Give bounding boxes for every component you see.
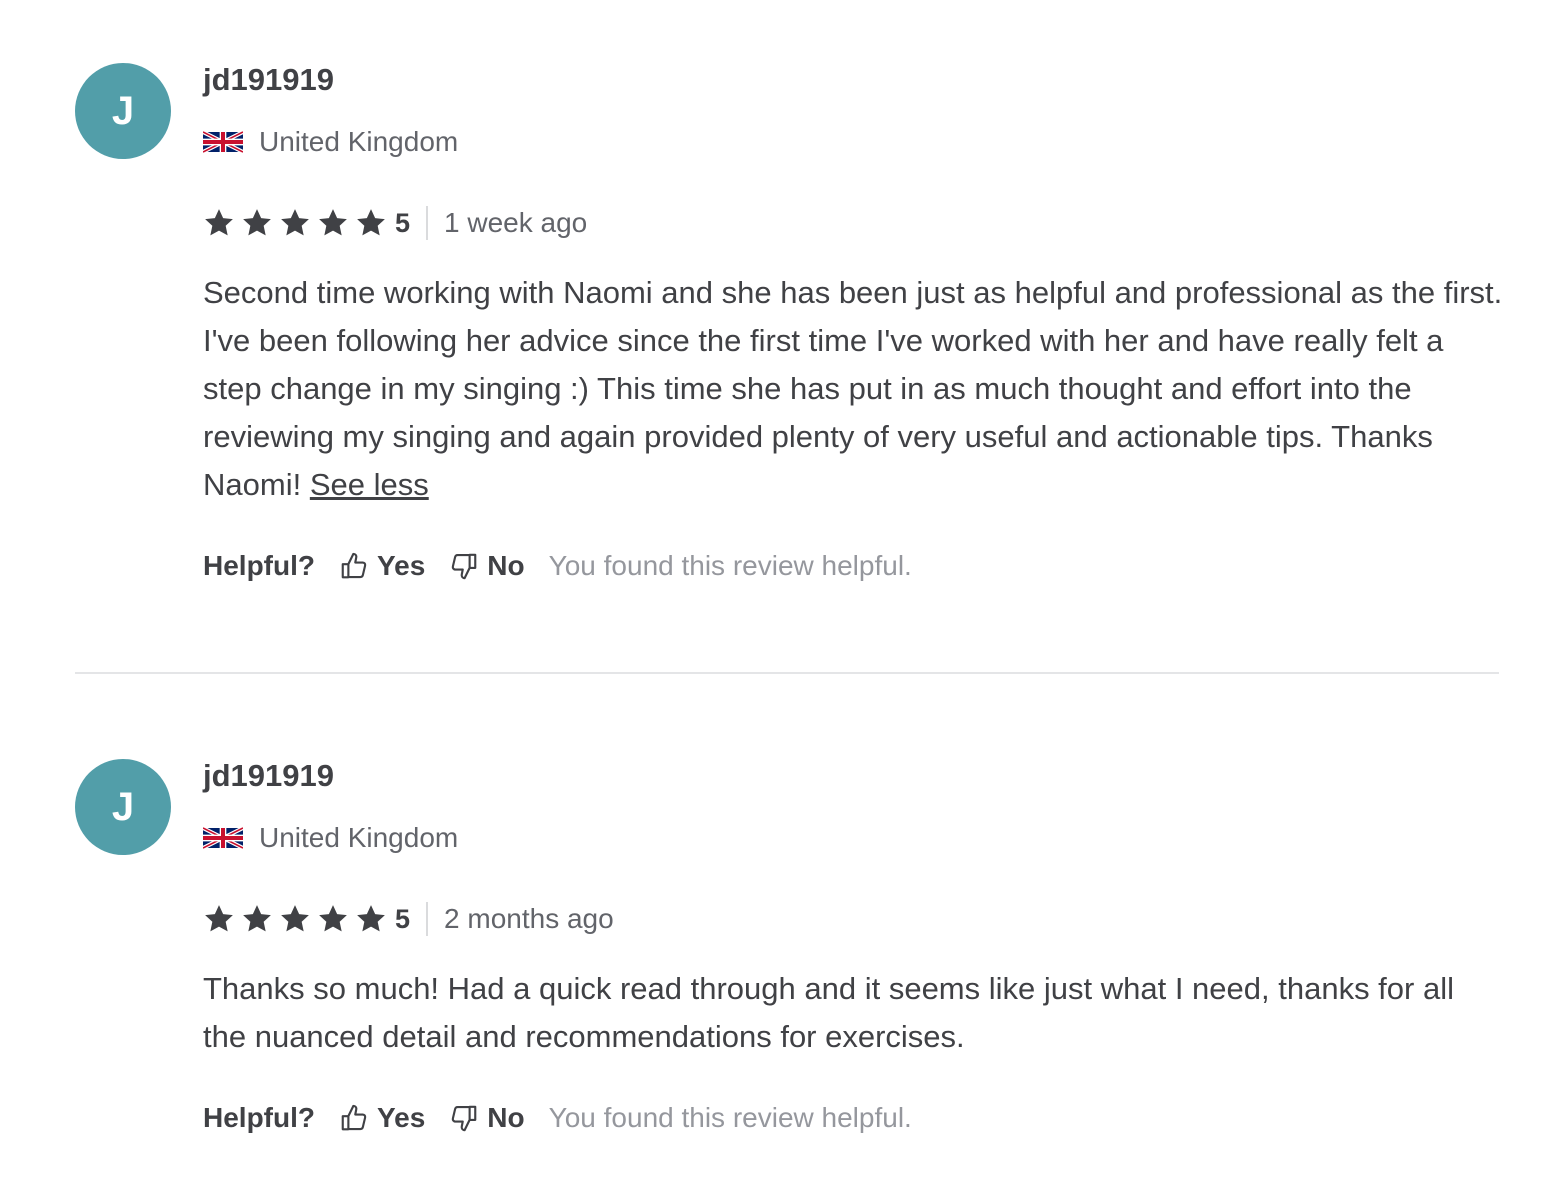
- avatar-letter: J: [111, 88, 135, 133]
- review-time: 1 week ago: [444, 207, 588, 238]
- review-time: 2 months ago: [444, 903, 614, 934]
- country-name: United Kingdom: [259, 126, 459, 157]
- star-rating: [203, 207, 393, 239]
- thumbs-up-icon: [339, 551, 369, 581]
- helpful-feedback-note: You found this review helpful.: [548, 1102, 912, 1133]
- thumbs-up-icon: [339, 1103, 369, 1133]
- star-rating: [203, 903, 393, 935]
- no-label: No: [487, 550, 525, 581]
- avatar-letter: J: [111, 784, 135, 829]
- yes-label: Yes: [377, 550, 426, 581]
- yes-label: Yes: [377, 1102, 426, 1133]
- thumbs-down-icon: [449, 1103, 479, 1133]
- reviewer-country: United Kingdom: [203, 821, 458, 855]
- star-icon: [203, 207, 235, 239]
- helpful-feedback-note: You found this review helpful.: [548, 550, 912, 581]
- star-icon: [279, 207, 311, 239]
- star-icon: [317, 903, 349, 935]
- star-icon: [355, 207, 387, 239]
- reviewer-country: United Kingdom: [203, 125, 458, 159]
- review-text: Thanks so much! Had a quick read through…: [203, 965, 1503, 1061]
- rating-row: 5 2 months ago: [203, 901, 614, 937]
- helpful-yes-button[interactable]: Yes: [339, 1102, 425, 1134]
- helpful-label: Helpful?: [203, 550, 315, 581]
- rating-value: 5: [395, 207, 411, 238]
- rating-value: 5: [395, 903, 411, 934]
- star-icon: [279, 903, 311, 935]
- star-icon: [355, 903, 387, 935]
- avatar[interactable]: J: [75, 63, 171, 159]
- review-body: Thanks so much! Had a quick read through…: [203, 971, 1454, 1054]
- rating-row: 5 1 week ago: [203, 205, 587, 241]
- helpful-label: Helpful?: [203, 1102, 315, 1133]
- reviewer-username[interactable]: jd191919: [203, 756, 334, 796]
- star-icon: [241, 903, 273, 935]
- uk-flag-icon: [203, 823, 243, 853]
- review-divider: [75, 672, 1499, 674]
- review-text: Second time working with Naomi and she h…: [203, 269, 1503, 509]
- star-icon: [317, 207, 349, 239]
- helpful-yes-button[interactable]: Yes: [339, 550, 425, 582]
- star-icon: [203, 903, 235, 935]
- reviewer-username[interactable]: jd191919: [203, 60, 334, 100]
- avatar[interactable]: J: [75, 759, 171, 855]
- thumbs-down-icon: [449, 551, 479, 581]
- country-name: United Kingdom: [259, 822, 459, 853]
- see-less-link[interactable]: See less: [310, 467, 429, 502]
- helpful-row: Helpful? Yes No You found this review he…: [203, 1098, 912, 1138]
- rating-divider: [426, 902, 429, 936]
- rating-divider: [426, 206, 429, 240]
- helpful-no-button[interactable]: No: [449, 1102, 525, 1134]
- star-icon: [241, 207, 273, 239]
- helpful-no-button[interactable]: No: [449, 550, 525, 582]
- uk-flag-icon: [203, 127, 243, 157]
- helpful-row: Helpful? Yes No You found this review he…: [203, 546, 912, 586]
- no-label: No: [487, 1102, 525, 1133]
